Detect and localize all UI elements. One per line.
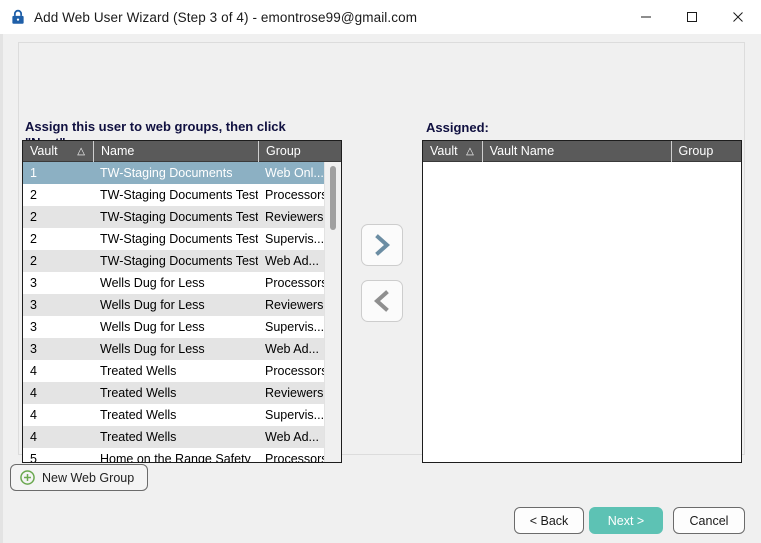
table-row[interactable]: 2 TW-Staging Documents Test Reviewers [23, 206, 341, 228]
table-row[interactable]: 4 Treated Wells Web Ad... [23, 426, 341, 448]
assigned-list-header: Vault △ Vault Name Group [423, 141, 741, 162]
cell-vault: 3 [30, 276, 37, 290]
column-header-group[interactable]: Group [258, 141, 338, 162]
cell-vault: 2 [30, 188, 37, 202]
table-row[interactable]: 3 Wells Dug for Less Reviewers [23, 294, 341, 316]
column-header-vault[interactable]: Vault △ [23, 141, 93, 162]
table-row[interactable]: 2 TW-Staging Documents Test Supervis... [23, 228, 341, 250]
close-icon [733, 12, 743, 22]
close-button[interactable] [715, 0, 761, 34]
table-row[interactable]: 4 Treated Wells Processors [23, 360, 341, 382]
cell-name: TW-Staging Documents [100, 166, 233, 180]
cell-name: Wells Dug for Less [100, 342, 205, 356]
maximize-icon [687, 12, 697, 22]
cell-vault: 4 [30, 364, 37, 378]
cell-name: TW-Staging Documents Test [100, 188, 258, 202]
table-row[interactable]: 3 Wells Dug for Less Supervis... [23, 316, 341, 338]
table-row[interactable]: 2 TW-Staging Documents Test Processors [23, 184, 341, 206]
cell-vault: 3 [30, 342, 37, 356]
assigned-list-body[interactable] [423, 162, 741, 462]
cell-name: Treated Wells [100, 430, 177, 444]
cell-name: Wells Dug for Less [100, 320, 205, 334]
move-right-icon [375, 234, 391, 256]
move-left-button[interactable] [361, 280, 403, 322]
cell-name: Home on the Range Safety [100, 452, 251, 462]
cell-vault: 5 [30, 452, 37, 462]
table-row[interactable]: 1 TW-Staging Documents Web Onl... [23, 162, 341, 184]
cell-vault: 4 [30, 430, 37, 444]
title-bar: Add Web User Wizard (Step 3 of 4) - emon… [0, 0, 761, 35]
new-web-group-button[interactable]: New Web Group [10, 464, 149, 491]
cell-vault: 4 [30, 408, 37, 422]
table-row[interactable]: 2 TW-Staging Documents Test Web Ad... [23, 250, 341, 272]
cell-name: TW-Staging Documents Test [100, 232, 258, 246]
plus-circle-icon [20, 470, 35, 485]
cell-name: Treated Wells [100, 386, 177, 400]
window-controls [623, 0, 761, 34]
maximize-button[interactable] [669, 0, 715, 34]
left-edge-strip [0, 34, 3, 543]
lock-icon [12, 9, 24, 24]
minimize-button[interactable] [623, 0, 669, 34]
status-strip [0, 531, 761, 543]
move-left-icon [373, 290, 389, 312]
assigned-label: Assigned: [426, 120, 489, 135]
assigned-sort-ascending-icon: △ [466, 145, 474, 157]
cell-name: Treated Wells [100, 408, 177, 422]
cell-vault: 4 [30, 386, 37, 400]
assigned-groups-list[interactable]: Vault △ Vault Name Group [422, 140, 742, 463]
assigned-column-header-vault-name[interactable]: Vault Name [481, 141, 671, 162]
cell-name: Treated Wells [100, 364, 177, 378]
assigned-column-header-vault[interactable]: Vault △ [423, 141, 482, 162]
cell-vault: 1 [30, 166, 37, 180]
cell-vault: 2 [30, 210, 37, 224]
cell-name: TW-Staging Documents Test [100, 254, 258, 268]
table-row[interactable]: 5 Home on the Range Safety Processors [23, 448, 341, 462]
move-right-button[interactable] [361, 224, 403, 266]
back-button[interactable]: < Back [514, 507, 584, 534]
cell-name: Wells Dug for Less [100, 276, 205, 290]
next-button[interactable]: Next > [589, 507, 663, 534]
table-row[interactable]: 3 Wells Dug for Less Processors [23, 272, 341, 294]
minimize-icon [641, 16, 651, 18]
cell-vault: 3 [30, 320, 37, 334]
table-row[interactable]: 4 Treated Wells Supervis... [23, 404, 341, 426]
cell-name: TW-Staging Documents Test [100, 210, 258, 224]
cancel-button[interactable]: Cancel [673, 507, 745, 534]
cell-vault: 2 [30, 254, 37, 268]
table-row[interactable]: 3 Wells Dug for Less Web Ad... [23, 338, 341, 360]
available-groups-list[interactable]: Vault △ Name Group 1 TW-Staging Documents… [22, 140, 342, 463]
dialog-body: Assign this user to web groups, then cli… [0, 34, 761, 543]
available-list-scrollbar[interactable] [324, 162, 341, 462]
scrollbar-thumb[interactable] [330, 166, 336, 230]
available-list-header: Vault △ Name Group [23, 141, 341, 162]
cell-vault: 3 [30, 298, 37, 312]
cell-name: Wells Dug for Less [100, 298, 205, 312]
cell-vault: 2 [30, 232, 37, 246]
table-row[interactable]: 4 Treated Wells Reviewers [23, 382, 341, 404]
assigned-column-header-group[interactable]: Group [670, 141, 741, 162]
instruction-label: Assign this user to web groups, then cli… [25, 119, 335, 141]
window-title: Add Web User Wizard (Step 3 of 4) - emon… [34, 9, 418, 25]
column-header-name[interactable]: Name [93, 141, 258, 162]
available-list-body[interactable]: 1 TW-Staging Documents Web Onl... 2 TW-Stagi… [23, 162, 341, 462]
new-web-group-label: New Web Group [42, 470, 135, 485]
instruction-line-1: Assign this user to web groups, then cli… [25, 119, 286, 134]
sort-ascending-icon: △ [77, 145, 85, 157]
